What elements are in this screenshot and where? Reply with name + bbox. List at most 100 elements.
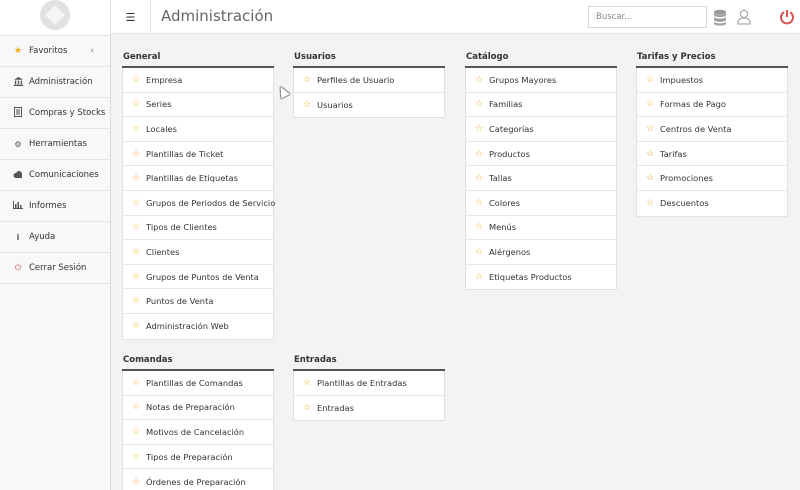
info-icon: i [16,232,20,242]
list-item[interactable]: ☆ Notas de Preparación [123,396,273,421]
star-outline-icon[interactable]: ☆ [475,247,483,257]
list-item[interactable]: ☆ Puntos de Venta [123,289,273,314]
list-item[interactable]: ☆ Promociones [637,166,787,191]
list-item[interactable]: ☆ Etiquetas Productos [466,265,616,290]
list-item[interactable]: ☆ Plantillas de Comandas [123,371,273,396]
star-outline-icon[interactable]: ☆ [132,75,140,85]
star-outline-icon[interactable]: ☆ [475,149,483,159]
database-icon[interactable] [711,7,729,27]
star-outline-icon[interactable]: ☆ [475,124,483,134]
star-outline-icon[interactable]: ☆ [132,222,140,232]
section-entradas: Entradas ☆ Plantillas de Entradas ☆ Entrad… [293,354,445,422]
list-item[interactable]: ☆ Tipos de Preparación [123,445,273,470]
menu-toggle-button[interactable]: ☰ [111,0,151,34]
sidebar-item-label: Comunicaciones [29,170,99,180]
list-item[interactable]: ☆ Plantillas de Ticket [123,142,273,167]
sidebar-item-favoritos[interactable]: ★ Favoritos ‹ [0,36,110,67]
sidebar-item-informes[interactable]: Informes [0,191,110,222]
search-input[interactable] [588,6,707,28]
list-item[interactable]: ☆ Centros de Venta [637,117,787,142]
sidebar-item-comunicaciones[interactable]: Comunicaciones [0,160,110,191]
star-outline-icon[interactable]: ☆ [132,402,140,412]
list-item[interactable]: ☆ Formas de Pago [637,93,787,118]
star-icon: ★ [13,46,23,56]
sidebar-item-ayuda[interactable]: i Ayuda [0,222,110,253]
star-outline-icon[interactable]: ☆ [132,296,140,306]
list-item[interactable]: ☆ Tallas [466,166,616,191]
list-item[interactable]: ☆ Menús [466,216,616,241]
top-header: ☰ Administración [111,0,800,34]
star-outline-icon[interactable]: ☆ [303,100,311,110]
list-item[interactable]: ☆ Grupos Mayores [466,68,616,93]
list-item[interactable]: ☆ Familias [466,93,616,118]
list-item[interactable]: ☆ Plantillas de Entradas [294,371,444,396]
section-catalogo: Catálogo ☆ Grupos Mayores ☆ Familias ☆ Cate… [465,51,617,291]
star-outline-icon[interactable]: ☆ [646,149,654,159]
user-icon[interactable] [735,7,753,27]
list-item[interactable]: ☆ Empresa [123,68,273,93]
list-item[interactable]: ☆ Administración Web [123,314,273,339]
list-item[interactable]: ☆ Grupos de Periodos de Servicio [123,191,275,216]
sidebar-item-administracion[interactable]: Administración [0,67,110,98]
star-outline-icon[interactable]: ☆ [132,247,140,257]
star-outline-icon[interactable]: ☆ [475,222,483,232]
sidebar-item-label: Compras y Stocks [29,108,106,118]
list-item[interactable]: ☆ Locales [123,117,273,142]
star-outline-icon[interactable]: ☆ [132,477,140,487]
list-item[interactable]: ☆ Entradas [294,396,444,421]
list-item[interactable]: ☆ Series [123,93,273,118]
list-item[interactable]: ☆ Alérgenos [466,240,616,265]
list-item[interactable]: ☆ Clientes [123,240,273,265]
power-icon: ⏻ [14,263,22,272]
list-item[interactable]: ☆ Usuarios [294,93,444,118]
section-comandas: Comandas ☆ Plantillas de Comandas ☆ Notas … [122,354,274,490]
mouse-cursor-icon [276,84,290,99]
star-outline-icon[interactable]: ☆ [132,173,140,183]
list-item[interactable]: ☆ Productos [466,142,616,167]
list-item[interactable]: ☆ Órdenes de Preparación [123,469,273,490]
star-outline-icon[interactable]: ☆ [132,452,140,462]
cogs-icon: ⚙ [14,139,22,149]
list-item[interactable]: ☆ Colores [466,191,616,216]
sidebar-item-herramientas[interactable]: ⚙ Herramientas [0,129,110,160]
section-list: ☆ Grupos Mayores ☆ Familias ☆ Categorías ☆ P… [465,68,617,291]
star-outline-icon[interactable]: ☆ [475,272,483,282]
app-logo[interactable] [40,0,70,30]
star-outline-icon[interactable]: ☆ [646,198,654,208]
star-outline-icon[interactable]: ☆ [132,321,140,331]
list-item[interactable]: ☆ Perfiles de Usuario [294,68,444,93]
star-outline-icon[interactable]: ☆ [132,99,140,109]
star-outline-icon[interactable]: ☆ [475,99,483,109]
sidebar-item-cerrar-sesion[interactable]: ⏻ Cerrar Sesión [0,253,110,284]
list-item[interactable]: ☆ Tarifas [637,142,787,167]
section-title: Catálogo [465,51,617,68]
list-item[interactable]: ☆ Plantillas de Etiquetas [123,166,273,191]
star-outline-icon[interactable]: ☆ [303,403,311,413]
sidebar: ★ Favoritos ‹ Administración Compras y S… [0,0,111,490]
star-outline-icon[interactable]: ☆ [475,173,483,183]
page-title: Administración [161,7,274,25]
list-item[interactable]: ☆ Impuestos [637,68,787,93]
star-outline-icon[interactable]: ☆ [132,124,140,134]
star-outline-icon[interactable]: ☆ [303,75,311,85]
star-outline-icon[interactable]: ☆ [132,198,140,208]
section-list: ☆ Empresa ☆ Series ☆ Locales ☆ Plantillas de… [122,68,275,340]
star-outline-icon[interactable]: ☆ [132,149,140,159]
power-icon[interactable] [778,7,796,27]
list-item[interactable]: ☆ Categorías [466,117,616,142]
list-item[interactable]: ☆ Tipos de Clientes [123,216,273,241]
star-outline-icon[interactable]: ☆ [132,427,140,437]
list-item[interactable]: ☆ Grupos de Puntos de Venta [123,265,273,290]
star-outline-icon[interactable]: ☆ [303,378,311,388]
star-outline-icon[interactable]: ☆ [646,124,654,134]
sidebar-item-compras-stocks[interactable]: Compras y Stocks [0,98,110,129]
star-outline-icon[interactable]: ☆ [132,272,140,282]
star-outline-icon[interactable]: ☆ [646,173,654,183]
star-outline-icon[interactable]: ☆ [646,99,654,109]
list-item[interactable]: ☆ Motivos de Cancelación [123,420,273,445]
star-outline-icon[interactable]: ☆ [475,198,483,208]
list-item[interactable]: ☆ Descuentos [637,191,787,216]
star-outline-icon[interactable]: ☆ [475,75,483,85]
star-outline-icon[interactable]: ☆ [646,75,654,85]
star-outline-icon[interactable]: ☆ [132,378,140,388]
